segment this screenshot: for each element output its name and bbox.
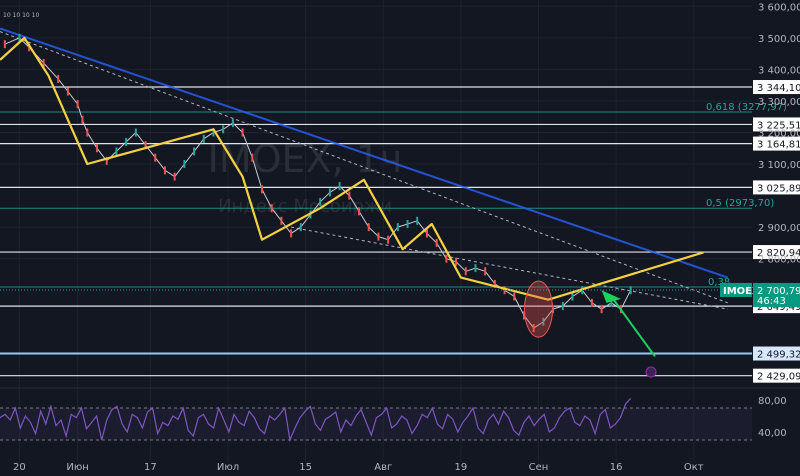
- y-tick-label: 3 500,00: [758, 34, 800, 45]
- candle: [513, 292, 516, 301]
- candle: [484, 267, 487, 276]
- candle: [251, 153, 254, 162]
- candle: [387, 235, 390, 244]
- candle: [416, 216, 419, 225]
- candle: [299, 223, 302, 232]
- candle: [183, 160, 186, 169]
- candle: [270, 204, 273, 213]
- candle: [367, 223, 370, 232]
- x-tick-label: 15: [299, 462, 312, 473]
- candle: [57, 74, 60, 83]
- x-tick-label: 20: [13, 462, 26, 473]
- price-chart[interactable]: IMOEX, 1ч Индекс Мосбиржи 10 10 10 10 0,…: [0, 0, 800, 476]
- candle: [377, 232, 380, 241]
- candle: [358, 207, 361, 216]
- y-tick-label: 2 800,00: [758, 255, 800, 266]
- y-tick-label: 2 900,00: [758, 223, 800, 234]
- y-tick-label: 3 400,00: [758, 65, 800, 76]
- candle: [290, 229, 293, 238]
- top-left-text: 10 10 10 10: [3, 12, 39, 19]
- candle: [590, 298, 593, 307]
- level-price-label: 3 164,81: [757, 140, 800, 151]
- candle: [241, 128, 244, 137]
- candle: [561, 301, 564, 310]
- candle: [86, 128, 89, 137]
- candle: [134, 128, 137, 137]
- candle: [260, 185, 263, 194]
- candle: [222, 125, 225, 134]
- candle: [231, 119, 234, 128]
- candle: [3, 40, 6, 49]
- y-tick-label: 3 300,00: [758, 97, 800, 108]
- event-marker: [645, 366, 657, 378]
- candle: [474, 264, 477, 273]
- level-price-label: 3 025,89: [757, 183, 800, 194]
- candle: [280, 216, 283, 225]
- countdown-label: 46:43: [757, 296, 786, 307]
- x-tick-label: 19: [455, 462, 468, 473]
- candle: [406, 219, 409, 228]
- y-tick-label: 3 100,00: [758, 160, 800, 171]
- candle: [328, 188, 331, 197]
- candle: [154, 153, 157, 162]
- candle: [455, 257, 458, 266]
- candle: [173, 172, 176, 181]
- candle: [76, 100, 79, 109]
- x-tick-label: Окт: [684, 462, 704, 473]
- candle: [396, 223, 399, 232]
- chart-background: [0, 0, 800, 476]
- candle: [81, 115, 84, 124]
- candle: [571, 292, 574, 301]
- candle: [464, 267, 467, 276]
- x-tick-label: 17: [144, 462, 157, 473]
- y-tick-label: 3 600,00: [758, 2, 800, 13]
- y-tick-label: 3 200,00: [758, 128, 800, 139]
- rsi-tick-label: 40,00: [758, 428, 787, 439]
- level-price-label: 3 344,10: [757, 83, 800, 94]
- watermark-name: Индекс Мосбиржи: [218, 196, 392, 217]
- candle: [96, 144, 99, 153]
- level-price-label: 2 429,09: [757, 372, 800, 383]
- x-tick-label: 16: [610, 462, 623, 473]
- x-tick-label: Авг: [374, 462, 392, 473]
- level-price-label: 2 499,32: [757, 350, 800, 361]
- fib-level-label: 0,5 (2973,70): [706, 198, 774, 209]
- candle: [600, 305, 603, 314]
- candle: [66, 87, 69, 96]
- rsi-tick-label: 80,00: [758, 396, 787, 407]
- x-tick-label: Сен: [529, 462, 549, 473]
- candle: [202, 134, 205, 143]
- candle: [125, 137, 128, 146]
- candle: [338, 182, 341, 191]
- candle: [425, 229, 428, 238]
- candle: [435, 238, 438, 247]
- candle: [115, 147, 118, 156]
- candle: [163, 166, 166, 175]
- candle: [193, 147, 196, 156]
- candle: [319, 197, 322, 206]
- x-tick-label: Июн: [66, 462, 88, 473]
- candle: [348, 191, 351, 200]
- rsi-band: [0, 408, 752, 440]
- x-tick-label: Июл: [217, 462, 239, 473]
- candle: [445, 254, 448, 263]
